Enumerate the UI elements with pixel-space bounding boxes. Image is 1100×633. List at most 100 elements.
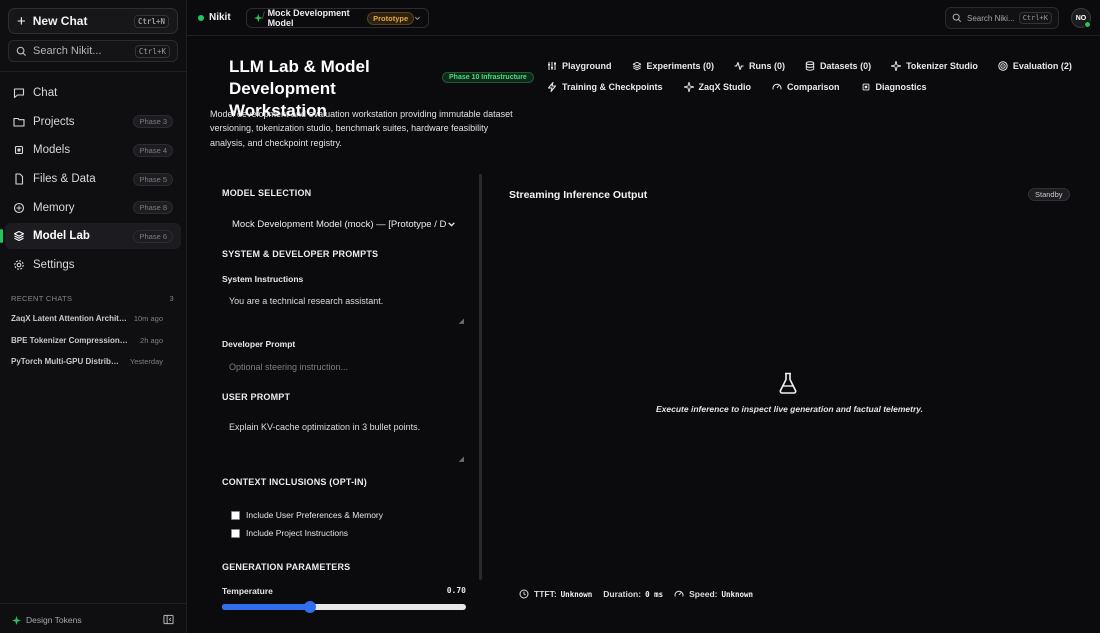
sidebar-item-label: Models (33, 144, 71, 157)
speed-value: Unknown (721, 589, 754, 599)
sidebar-item-models[interactable]: Models Phase 4 (5, 137, 181, 163)
phase-infrastructure-badge: Phase 10 Infrastructure (442, 72, 534, 83)
sidebar-item-model-lab[interactable]: Model Lab Phase 6 (0, 223, 181, 250)
chat-icon (13, 88, 25, 99)
collapse-sidebar-button[interactable] (163, 614, 174, 628)
ttft-metric: TTFT: Unknown (519, 589, 592, 599)
tab-runs[interactable]: Runs (0) (734, 61, 785, 71)
slider-fill (222, 604, 310, 610)
tab-label: Training & Checkpoints (562, 82, 663, 92)
model-switcher[interactable]: Mock Development Model Prototype (246, 8, 429, 28)
chip-icon (14, 146, 24, 155)
recent-chat-item[interactable]: ZaqX Latent Attention Architecture 10m a… (11, 314, 163, 323)
slider-thumb[interactable] (303, 601, 316, 613)
model-select-value: Mock Development Model (mock) — [Prototy… (232, 218, 447, 230)
tab-datasets[interactable]: Datasets (0) (805, 61, 871, 71)
sidebar-item-chat[interactable]: Chat (5, 80, 181, 106)
phase-badge: Phase 5 (133, 172, 173, 186)
user-prompt-heading: USER PROMPT (222, 392, 291, 402)
developer-prompt-input[interactable]: Optional steering instruction... (222, 355, 466, 379)
sidebar-item-projects[interactable]: Projects Phase 3 (5, 109, 181, 135)
tab-zaqx-studio[interactable]: ZaqX Studio (683, 82, 751, 92)
empty-state-message: Execute inference to inspect live genera… (656, 404, 924, 414)
form-scrollbar[interactable] (479, 174, 482, 580)
sidebar-item-files[interactable]: Files & Data Phase 5 (5, 166, 181, 192)
sparkle-icon (254, 13, 263, 23)
design-tokens-link[interactable]: Design Tokens (12, 615, 82, 625)
phase-badge: Phase 8 (133, 201, 173, 215)
recent-chats-label: RECENT CHATS (11, 294, 73, 303)
temperature-label: Temperature (222, 586, 273, 596)
checkbox-label: Include Project Instructions (246, 528, 349, 538)
sidebar-item-settings[interactable]: Settings (5, 252, 181, 278)
tab-comparison[interactable]: Comparison (772, 82, 840, 92)
global-search-input[interactable]: Search Niki... Ctrl+K (945, 7, 1059, 29)
database-icon (805, 61, 815, 71)
chevron-down-icon (415, 16, 421, 20)
tab-experiments[interactable]: Experiments (0) (632, 61, 714, 71)
prompts-heading: SYSTEM & DEVELOPER PROMPTS (222, 249, 379, 259)
sidebar-item-label: Chat (33, 87, 58, 99)
avatar[interactable]: NO (1071, 8, 1091, 28)
developer-prompt-placeholder: Optional steering instruction... (229, 362, 349, 372)
tab-playground[interactable]: Playground (547, 61, 612, 71)
prototype-badge: Prototype (367, 11, 415, 25)
chip-icon (862, 83, 869, 91)
gear-icon (14, 260, 24, 270)
include-preferences-checkbox[interactable]: Include User Preferences & Memory (231, 510, 383, 520)
temperature-value: 0.70 (446, 586, 466, 595)
sidebar-item-label: Settings (33, 259, 75, 272)
recent-chat-item[interactable]: BPE Tokenizer Compression Experiments 2h… (11, 336, 163, 345)
sidebar: + New Chat Ctrl+N Search Nikit... Ctrl+K… (0, 0, 187, 633)
tab-label: Tokenizer Studio (906, 61, 978, 71)
model-selection-heading: MODEL SELECTION (222, 188, 312, 198)
new-chat-button[interactable]: + New Chat Ctrl+N (8, 8, 178, 34)
tab-label: Datasets (0) (820, 61, 872, 71)
model-select[interactable]: Mock Development Model (mock) — [Prototy… (222, 212, 466, 236)
phase-badge: Phase 6 (133, 229, 173, 243)
tab-training-checkpoints[interactable]: Training & Checkpoints (547, 82, 663, 92)
target-icon (998, 61, 1008, 71)
sidebar-item-label: Projects (33, 115, 75, 128)
duration-metric: Duration: 0 ms (603, 589, 663, 599)
temperature-slider[interactable] (222, 601, 466, 613)
gauge-icon (674, 590, 684, 597)
sidebar-collapse-icon (163, 614, 174, 625)
user-prompt-value: Explain KV-cache optimization in 3 bulle… (229, 422, 421, 432)
phase-badge: Phase 4 (133, 143, 173, 157)
duration-value: 0 ms (645, 589, 664, 599)
recent-chats-header: RECENT CHATS 3 (11, 294, 174, 303)
memory-icon (13, 202, 25, 213)
tab-label: Comparison (787, 82, 840, 92)
recent-chats-count: 3 (169, 294, 174, 303)
page-description: Model development and evaluation worksta… (210, 109, 513, 148)
system-instructions-textarea[interactable]: You are a technical research assistant. … (222, 289, 466, 327)
status-dot (198, 14, 204, 21)
global-search-placeholder: Search Niki... (967, 13, 1015, 23)
workspace-name[interactable]: Nikit (198, 12, 231, 23)
recent-chat-time: Yesterday (129, 357, 163, 366)
user-prompt-textarea[interactable]: Explain KV-cache optimization in 3 bulle… (222, 415, 466, 465)
activity-icon (734, 61, 744, 71)
divider (0, 603, 186, 604)
include-project-checkbox[interactable]: Include Project Instructions (231, 528, 348, 538)
layers-icon (13, 231, 25, 242)
resize-grip-icon[interactable]: ◢ (459, 455, 464, 463)
checkbox[interactable] (231, 510, 240, 520)
developer-prompt-label: Developer Prompt (222, 339, 296, 349)
new-chat-label: New Chat (32, 14, 88, 28)
sidebar-item-memory[interactable]: Memory Phase 8 (5, 195, 181, 221)
checkbox[interactable] (231, 528, 240, 538)
tab-diagnostics[interactable]: Diagnostics (861, 82, 927, 92)
resize-grip-icon[interactable]: ◢ (459, 317, 464, 325)
gauge-icon (772, 83, 782, 90)
tab-tokenizer-studio[interactable]: Tokenizer Studio (891, 61, 978, 71)
search-icon (952, 13, 962, 23)
recent-chat-item[interactable]: PyTorch Multi-GPU Distributed Training Y… (11, 357, 163, 366)
flask-icon (779, 372, 797, 394)
checkbox-label: Include User Preferences & Memory (246, 510, 383, 520)
sidebar-search-input[interactable]: Search Nikit... Ctrl+K (8, 40, 178, 62)
context-inclusions-heading: CONTEXT INCLUSIONS (OPT-IN) (222, 477, 367, 487)
global-search-shortcut: Ctrl+K (1018, 12, 1052, 24)
tab-evaluation[interactable]: Evaluation (2) (998, 61, 1072, 71)
